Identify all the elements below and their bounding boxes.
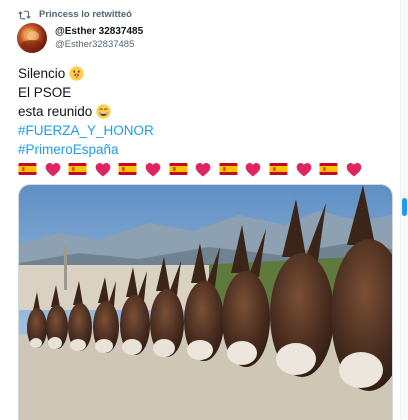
emoji-row (18, 159, 388, 179)
hashtag-fuerza-y-honor[interactable]: #FUERZA_Y_HONOR (18, 121, 154, 140)
shushing-face-emoji-icon (69, 66, 84, 81)
retweet-icon (18, 9, 31, 20)
red-heart-icon (95, 162, 111, 176)
red-heart-icon (296, 162, 311, 176)
red-heart-icon (246, 162, 261, 176)
red-heart-icon (145, 162, 161, 176)
grinning-face-emoji-icon (96, 104, 111, 119)
hashtag-line: #PrimeroEspaña (18, 140, 388, 159)
avatar[interactable] (17, 23, 47, 53)
tweet-line-text: esta reunido (18, 104, 93, 119)
red-heart-icon (346, 162, 362, 176)
spain-flag-icon (169, 163, 188, 175)
user-handle[interactable]: @Esther32837485 (55, 38, 143, 51)
hashtag-primero-espana[interactable]: #PrimeroEspaña (18, 140, 119, 159)
tweet-line-silencio: Silencio (18, 64, 388, 83)
spain-flag-icon (18, 163, 37, 175)
tweet-line-reunido: esta reunido (18, 102, 388, 121)
spain-flag-icon (319, 163, 338, 175)
tweet-image[interactable] (18, 184, 393, 420)
red-heart-icon (45, 162, 60, 176)
tweet-line-psoe: El PSOE (18, 83, 388, 102)
tweet-line-text: El PSOE (18, 85, 72, 100)
display-name[interactable]: @Esther 32837485 (55, 25, 143, 38)
red-heart-icon (195, 162, 211, 176)
spain-flag-icon (118, 163, 137, 175)
side-indicator (402, 198, 407, 216)
tweet-text: Silencio El PSOE esta reunido #FUERZA_Y_… (18, 64, 388, 179)
spain-flag-icon (269, 163, 288, 175)
spain-flag-icon (68, 163, 87, 175)
spain-flag-icon (219, 163, 238, 175)
retweet-label: Princess lo retwitteó (39, 8, 132, 20)
hashtag-line: #FUERZA_Y_HONOR (18, 121, 388, 140)
tweet-line-text: Silencio (18, 66, 66, 81)
retweet-indicator[interactable]: Princess lo retwitteó (18, 7, 132, 21)
donkeys-photo (19, 185, 392, 420)
user-block[interactable]: @Esther 32837485 @Esther32837485 (55, 25, 143, 51)
